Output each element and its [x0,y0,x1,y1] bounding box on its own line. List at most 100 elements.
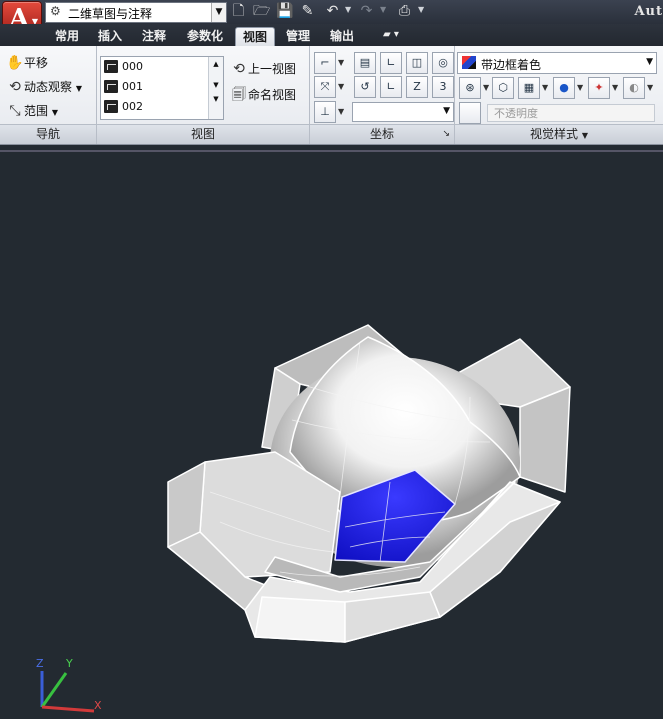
visual-style-select[interactable]: 带边框着色 ▼ [457,52,657,74]
view-list[interactable]: 000 001 002 ▲ ▼ ▼ [100,56,224,120]
extents-button[interactable]: ⤡ 范围 ▼ [6,102,58,119]
gear-icon: ⚙ [50,4,61,18]
list-item[interactable]: 002 [103,98,207,116]
ucs-x-icon[interactable]: ∟ [380,76,402,98]
view-list-scrollbar[interactable]: ▲ ▼ ▼ [208,57,223,119]
pan-button[interactable]: ✋平移 [6,54,48,71]
view-icon [104,60,118,73]
shadows-icon[interactable]: ▦ [518,77,540,99]
chevron-down-icon[interactable]: ▼ [338,58,344,67]
plot-icon[interactable]: ⎙ [396,3,413,20]
title-bar: A ▼ ⚙ 二维草图与注释 ▼ 🗋 🗁 💾 ✎ ↶ ▼ ↷ ▼ ⎙ ▼ Aut [0,0,663,39]
tab-output[interactable]: 输出 [325,27,359,46]
pan-label: 平移 [24,56,49,70]
quick-access-dropdown-icon[interactable]: ▼ [418,5,424,14]
named-view-label: 命名视图 [248,88,297,102]
zoom-extents-icon: ⤡ [9,103,21,119]
ucs-icon[interactable]: ⌐ [314,52,336,74]
shaded-cube-icon[interactable]: ⬡ [492,77,514,99]
orbit-label: 动态观察 [24,80,73,94]
scroll-down-icon[interactable]: ▼ [209,81,223,89]
ucs-face-icon[interactable]: ◫ [406,52,428,74]
hand-icon: ✋ [6,55,24,71]
ucs-z-label: Z [36,657,44,670]
ucs-y-label: Y [65,657,73,670]
xray-cube-icon[interactable] [459,102,481,124]
new-icon[interactable]: 🗋 [230,3,247,20]
save-icon[interactable]: 💾 [276,3,293,20]
previous-view-button[interactable]: ⟲ 上一视图 [230,60,296,77]
ribbon-minimize-button[interactable]: ▰ ▾ [383,29,415,43]
undo-dropdown-icon[interactable]: ▼ [345,5,351,14]
visual-styles-panel-title: 视觉样式 ▼ [455,124,663,144]
visual-style-value: 带边框着色 [481,58,542,72]
tab-manage[interactable]: 管理 [281,27,315,46]
previous-view-icon: ⟲ [233,61,245,77]
navigate-panel: ✋平移 ⟲ 动态观察 ▼ ⤡ 范围 ▼ 导航 [0,46,97,144]
redo-icon[interactable]: ↷ [358,3,375,20]
navigate-panel-title: 导航 [0,124,96,144]
drawing-viewport[interactable]: Z Y X [0,150,663,719]
ucs-origin-icon[interactable]: ⤧ [314,76,336,98]
named-view-icon: 🗐 [232,87,246,103]
visual-style-swatch-icon [462,56,476,69]
orbit-icon: ⟲ [9,79,21,95]
coordinates-panel-title-label: 坐标 [369,127,394,141]
chevron-down-icon[interactable]: ▼ [577,83,583,92]
view-icon [104,80,118,93]
redo-dropdown-icon[interactable]: ▼ [380,5,386,14]
ucs-world-icon[interactable]: ⊥ [314,101,336,123]
chevron-down-icon: ▼ [443,106,450,116]
ucs-z-icon[interactable]: Z [406,76,428,98]
ribbon: ✋平移 ⟲ 动态观察 ▼ ⤡ 范围 ▼ 导航 视图 000 001 002 ▲ ▼ … [0,46,663,145]
chevron-down-icon[interactable]: ▼ [542,83,548,92]
ucs-3point-icon[interactable]: ∟ [380,52,402,74]
chevron-down-icon[interactable]: ▼ [612,83,618,92]
app-title: Aut [634,4,663,19]
ucs-3-icon[interactable]: 3 [432,76,454,98]
chevron-down-icon[interactable]: ▼ [338,82,344,91]
tab-insert[interactable]: 插入 [93,27,127,46]
views-panel-title: 视图 [97,124,309,144]
ucs-named-icon[interactable]: ▤ [354,52,376,74]
chevron-down-icon[interactable]: ▼ [647,83,653,92]
saveas-icon[interactable]: ✎ [299,3,316,20]
ucs-previous-icon[interactable]: ↺ [354,76,376,98]
tab-view[interactable]: 视图 [235,27,275,47]
list-item[interactable]: 000 [103,58,207,76]
tab-home[interactable]: 常用 [50,27,84,46]
ucs-combo[interactable]: ▼ [352,102,454,122]
visual-style-manager-icon[interactable]: ⊛ [459,77,481,99]
previous-view-label: 上一视图 [248,62,297,76]
open-icon[interactable]: 🗁 [253,3,270,20]
material-sphere-icon[interactable]: ● [553,77,575,99]
tab-annotate[interactable]: 注释 [137,27,171,46]
ucs-object-icon[interactable]: ◎ [432,52,454,74]
extents-label: 范围 [24,104,49,118]
orbit-button[interactable]: ⟲ 动态观察 ▼ [6,78,82,95]
ribbon-tab-bar: 常用 插入 注释 参数化 视图 管理 输出 ▰ ▾ [0,24,663,47]
texture-sphere-icon[interactable]: ◐ [623,77,645,99]
expand-list-icon[interactable]: ▼ [209,95,223,103]
coordinates-panel-title: 坐标 ↘ [310,124,454,144]
workspace-switcher[interactable]: ⚙ 二维草图与注释 ▼ [45,2,227,23]
tab-parametric[interactable]: 参数化 [181,27,229,46]
chevron-down-icon: ▼ [646,57,653,67]
chevron-down-icon[interactable]: ▼ [582,131,588,140]
chevron-down-icon[interactable]: ▼ [338,107,344,116]
visual-styles-panel-title-label: 视觉样式 [530,127,579,141]
list-item[interactable]: 001 [103,78,207,96]
chevron-down-icon[interactable]: ▼ [483,83,489,92]
chevron-down-icon[interactable]: ▼ [211,3,226,22]
opacity-field[interactable]: 不透明度 [487,104,655,122]
undo-icon[interactable]: ↶ [324,3,341,20]
3d-model[interactable] [0,152,663,719]
panel-launcher-icon[interactable]: ↘ [442,125,450,144]
ucs-axis-icon: Z Y X [36,657,102,713]
named-view-button[interactable]: 🗐 命名视图 [230,84,296,108]
workspace-label: 二维草图与注释 [68,7,153,21]
lights-icon[interactable]: ✦ [588,77,610,99]
chevron-down-icon: ▼ [75,84,82,93]
scroll-up-icon[interactable]: ▲ [209,60,223,68]
ucs-x-label: X [94,699,102,712]
